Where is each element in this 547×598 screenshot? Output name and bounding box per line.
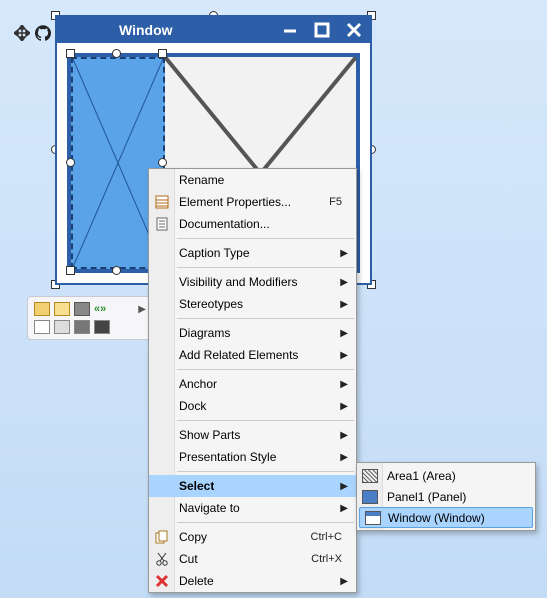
menu-dock[interactable]: Dock▶ (149, 395, 356, 417)
menu-navigate-to[interactable]: Navigate to▶ (149, 497, 356, 519)
menu-copy[interactable]: CopyCtrl+C (149, 526, 356, 548)
window-icon (365, 511, 381, 525)
submenu-area1[interactable]: Area1 (Area) (357, 465, 535, 486)
menu-add-related[interactable]: Add Related Elements▶ (149, 344, 356, 366)
menu-stereotypes[interactable]: Stereotypes▶ (149, 293, 356, 315)
submenu-window[interactable]: Window (Window) (359, 507, 533, 528)
delete-icon (153, 572, 171, 590)
menu-element-properties[interactable]: Element Properties...F5 (149, 191, 356, 213)
close-button[interactable] (338, 17, 370, 43)
menu-select[interactable]: Select▶ (149, 475, 356, 497)
minimize-button[interactable] (274, 17, 306, 43)
palette-swatch-white[interactable] (34, 320, 50, 334)
menu-rename[interactable]: Rename (149, 169, 356, 191)
document-icon (153, 215, 171, 233)
palette-color-3[interactable] (74, 302, 90, 316)
menu-cut[interactable]: CutCtrl+X (149, 548, 356, 570)
area-handle-n[interactable] (112, 49, 121, 58)
palette-swatch-gray[interactable] (74, 320, 90, 334)
copy-icon (153, 528, 171, 546)
palette-swatch-light[interactable] (54, 320, 70, 334)
properties-icon (153, 193, 171, 211)
palette-color-2[interactable] (54, 302, 70, 316)
menu-documentation[interactable]: Documentation... (149, 213, 356, 235)
titlebar: Window (57, 17, 370, 43)
area-handle-nw[interactable] (66, 49, 75, 58)
area-icon (362, 469, 378, 483)
menu-caption-type[interactable]: Caption Type▶ (149, 242, 356, 264)
stereotype-chevrons-icon[interactable]: «» (94, 303, 106, 315)
palette-expand-icon[interactable]: ▶ (138, 304, 146, 315)
context-menu: Rename Element Properties...F5 Documenta… (148, 168, 357, 593)
cut-icon (153, 550, 171, 568)
menu-visibility-modifiers[interactable]: Visibility and Modifiers▶ (149, 271, 356, 293)
menu-delete[interactable]: Delete▶ (149, 570, 356, 592)
menu-anchor[interactable]: Anchor▶ (149, 373, 356, 395)
submenu-panel1[interactable]: Panel1 (Panel) (357, 486, 535, 507)
area-handle-sw[interactable] (66, 266, 75, 275)
menu-presentation-style[interactable]: Presentation Style▶ (149, 446, 356, 468)
palette: «» ▶ (27, 296, 153, 340)
area-handle-ne[interactable] (158, 49, 167, 58)
select-submenu: Area1 (Area) Panel1 (Panel) Window (Wind… (356, 462, 536, 531)
menu-show-parts[interactable]: Show Parts▶ (149, 424, 356, 446)
area-handle-s[interactable] (112, 266, 121, 275)
area-handle-e[interactable] (158, 158, 167, 167)
move-grip-icon[interactable] (14, 25, 30, 44)
palette-color-1[interactable] (34, 302, 50, 316)
maximize-button[interactable] (306, 17, 338, 43)
area-handle-w[interactable] (66, 158, 75, 167)
github-icon[interactable] (35, 25, 51, 44)
panel-icon (362, 490, 378, 504)
window-title: Window (57, 22, 274, 38)
palette-swatch-dark[interactable] (94, 320, 110, 334)
menu-diagrams[interactable]: Diagrams▶ (149, 322, 356, 344)
